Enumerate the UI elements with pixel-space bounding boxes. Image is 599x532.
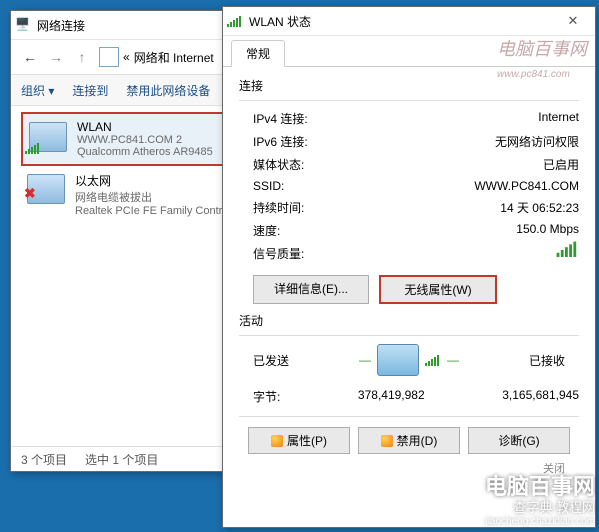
monitor-icon: [377, 344, 419, 376]
details-button[interactable]: 详细信息(E)...: [253, 275, 369, 304]
disable-button[interactable]: 禁用(D): [358, 427, 460, 454]
shield-icon: [271, 435, 283, 447]
row-ipv4: IPv4 连接:Internet: [239, 107, 579, 130]
item-device: Qualcomm Atheros AR9485: [77, 146, 213, 158]
sent-label: 已发送: [253, 352, 289, 369]
ethernet-adapter-icon: [27, 174, 65, 204]
recv-label: 已接收: [529, 352, 565, 369]
signal-icon: [227, 15, 243, 27]
disable-device-button[interactable]: 禁用此网络设备: [126, 82, 210, 99]
close-button[interactable]: ✕: [555, 10, 591, 32]
row-speed: 速度:150.0 Mbps: [239, 219, 579, 242]
signal-icon: [557, 240, 579, 257]
row-signal-quality: 信号质量:: [239, 242, 579, 265]
section-heading: 连接: [239, 77, 579, 94]
item-name: WLAN: [77, 120, 213, 134]
forward-button[interactable]: →: [43, 44, 69, 70]
item-status: 网络电缆被拔出: [75, 189, 222, 205]
breadcrumb[interactable]: 网络和 Internet: [134, 49, 214, 66]
diagnose-button[interactable]: 诊断(G): [468, 427, 570, 454]
shield-icon: [381, 435, 393, 447]
item-network: WWW.PC841.COM 2: [77, 134, 213, 146]
location-icon: [99, 47, 119, 67]
properties-button[interactable]: 属性(P): [248, 427, 350, 454]
nc-title: 网络连接: [37, 17, 85, 34]
item-device: Realtek PCIe FE Family Contr: [75, 205, 222, 217]
signal-icon: [425, 354, 441, 366]
item-name: 以太网: [75, 172, 222, 189]
close-label: 关闭: [543, 463, 565, 475]
ws-title: WLAN 状态: [249, 13, 311, 30]
back-button[interactable]: ←: [17, 44, 43, 70]
organize-menu[interactable]: 组织 ▾: [21, 82, 54, 99]
row-media: 媒体状态:已启用: [239, 153, 579, 176]
connect-to-button[interactable]: 连接到: [72, 82, 108, 99]
wlan-status-dialog: WLAN 状态 ✕ 电脑百事网 www.pc841.com 常规 连接 IPv4…: [222, 6, 596, 528]
row-bytes: 字节: 378,419,982 3,165,681,945: [239, 378, 579, 408]
ws-titlebar: WLAN 状态 ✕: [223, 7, 595, 36]
row-ipv6: IPv6 连接:无网络访问权限: [239, 130, 579, 153]
wireless-properties-button[interactable]: 无线属性(W): [379, 275, 497, 304]
section-heading: 活动: [239, 312, 579, 329]
nc-icon: 🖥️: [15, 17, 31, 33]
breadcrumb-sep: «: [123, 50, 130, 64]
bottom-buttons: 属性(P) 禁用(D) 诊断(G): [239, 427, 579, 454]
status-count: 3 个项目: [21, 451, 67, 468]
tab-general[interactable]: 常规: [231, 40, 285, 67]
signal-icon: [25, 142, 41, 154]
row-duration: 持续时间:14 天 06:52:23: [239, 196, 579, 219]
row-ssid: SSID:WWW.PC841.COM: [239, 176, 579, 196]
activity-section: 活动 已发送 — — 已接收 字节: 378,419,982 3,165,681…: [239, 312, 579, 408]
status-selected: 选中 1 个项目: [85, 451, 158, 468]
up-button[interactable]: ↑: [69, 44, 95, 70]
tab-strip: 常规: [223, 40, 595, 67]
connection-section: 连接 IPv4 连接:Internet IPv6 连接:无网络访问权限 媒体状态…: [239, 77, 579, 304]
